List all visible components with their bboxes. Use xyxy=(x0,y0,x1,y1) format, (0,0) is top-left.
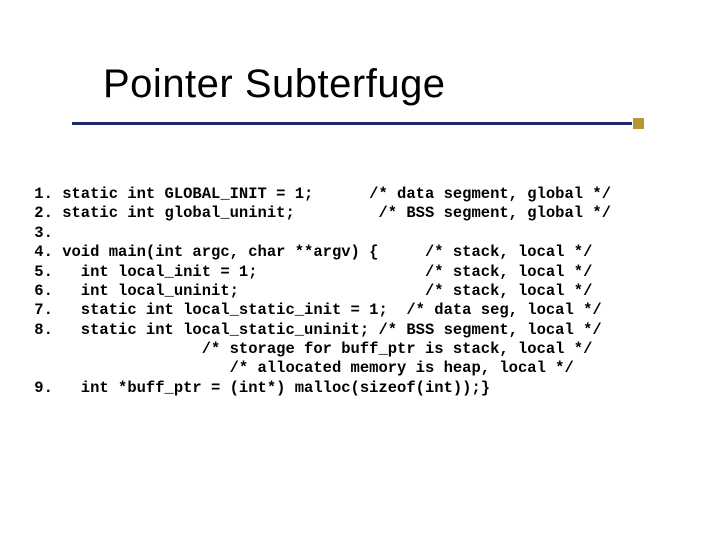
title-underline xyxy=(72,122,632,125)
code-block: 1. static int GLOBAL_INIT = 1; /* data s… xyxy=(25,185,611,398)
slide: Pointer Subterfuge 1. static int GLOBAL_… xyxy=(0,0,720,540)
slide-title: Pointer Subterfuge xyxy=(103,62,446,107)
